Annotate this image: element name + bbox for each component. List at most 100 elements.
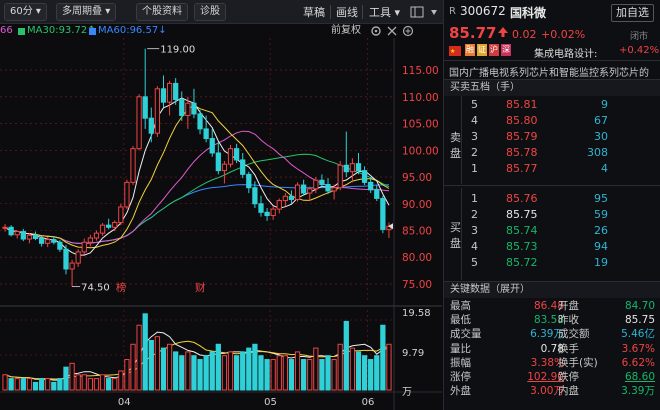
tools-button[interactable]: 工具 ▾ [369,4,400,20]
settings-icon[interactable] [370,25,382,37]
candle-body [148,117,154,134]
kline-chart[interactable]: 115.00 110.00 105.00 100.00 95.00 90.00 85.00 8… [0,38,442,410]
candle-body [294,184,301,200]
volume-bar [349,347,356,391]
close-icon[interactable] [386,25,398,37]
ask-row[interactable]: 3 85.79 30 [444,129,660,145]
ask-row[interactable]: 1 85.77 4 [444,161,660,177]
volume-bar [75,374,81,391]
draft-button[interactable]: 草稿 [303,4,325,20]
candle [227,144,234,168]
volume-bar [124,359,130,391]
candle-body [136,96,142,150]
draw-line-button[interactable]: 画线 [336,4,358,20]
volume-bar [69,362,75,391]
volume-tick-label: 9.79 [402,348,424,359]
price-tick-label: 110.00 [402,92,439,104]
add-watchlist-button[interactable]: 加自选 [611,4,654,22]
key-label: 昨收 [558,314,579,327]
collapse-arrow-icon[interactable] [428,5,440,19]
volume-bar [63,366,69,391]
volume-bar [343,320,349,391]
ask-volume: 30 [594,130,608,143]
candle-body [209,138,215,154]
candle [124,179,130,210]
candle-body [191,102,197,115]
key-label: 跌停 [558,370,579,383]
bid-level: 4 [471,240,478,253]
volume-bar [233,355,240,391]
candle [233,143,240,164]
volume-ma10-line [4,340,390,380]
candle-body [166,82,173,103]
key-label: 成交量 [450,328,482,341]
candle [374,185,380,202]
ask-level: 1 [471,162,478,175]
orderbook-header[interactable]: 买卖五档（手） [444,80,660,96]
bid-row[interactable]: 1 85.76 95 [444,191,660,207]
volume-bar [331,359,337,391]
ask-row[interactable]: 5 85.81 9 [444,97,660,113]
volume-bar [93,378,100,391]
period-select[interactable]: 60分 ▾ [4,3,47,21]
volume-bar [319,359,325,391]
candle [215,142,221,175]
key-data-header[interactable]: 关键数据（展开） [444,282,660,298]
zoom-icon[interactable] [402,25,414,37]
bid-volume: 19 [594,256,608,269]
ask-row[interactable]: 4 85.80 67 [444,113,660,129]
candle [197,110,203,135]
adjust-select[interactable]: 前复权 [331,24,361,38]
ma20-value: 66 [0,25,13,36]
candle [264,208,270,221]
volume-bar [136,324,142,391]
key-label: 最高 [450,300,471,312]
sector-name[interactable]: 集成电路设计: [534,45,597,60]
key-value: 5.46亿 [621,328,655,341]
market-status: 闭市 [630,32,649,42]
volume-bar [173,351,179,391]
key-data-row: 涨停 102.90 跌停 68.60 [444,370,660,384]
bid-row[interactable]: 3 85.74 26 [444,223,660,239]
candle-body [81,241,87,253]
key-value: 102.90 [527,370,564,383]
candle-body [69,262,75,270]
divider [330,5,331,19]
event-marker: 财 [195,281,206,294]
ask-row[interactable]: 2 85.78 308 [444,145,660,161]
time-tick-label: 04 [118,397,131,408]
bid-row[interactable]: 4 85.73 94 [444,239,660,255]
candle [160,75,167,108]
candle-body [38,238,45,244]
bid-volume: 95 [594,192,608,205]
candle-body [185,102,191,117]
stock-profile-button[interactable]: 个股资料 [136,3,188,21]
ask-volume: 67 [594,114,608,127]
bid-price: 85.74 [506,224,538,237]
key-label: 成交额 [558,328,590,341]
divider [362,5,363,19]
volume-bar [246,347,252,391]
candle [63,244,69,275]
key-value: 3.67% [621,342,655,355]
candle [288,190,295,204]
bid-volume: 26 [594,224,608,237]
low-price-label: 74.50 [81,283,110,294]
multi-period-button[interactable]: 多周期叠 ▾ [56,3,117,21]
diagnose-button[interactable]: 诊股 [194,3,226,21]
candle [136,94,142,151]
key-value: 3.00万 [530,385,564,398]
candle-body [14,231,20,236]
candle [57,240,63,252]
bid-row[interactable]: 5 85.72 19 [444,255,660,271]
ma30-value: MA30:93.72↑ [27,25,96,36]
candle [337,160,343,191]
ask-volume: 308 [587,146,608,159]
candle [179,91,185,121]
volume-bar [361,355,368,391]
panel-toggle-icon[interactable] [410,5,424,19]
candle-body [258,203,264,213]
candle-body [343,164,349,173]
ask-level: 2 [471,146,478,159]
bid-row[interactable]: 2 85.75 59 [444,207,660,223]
